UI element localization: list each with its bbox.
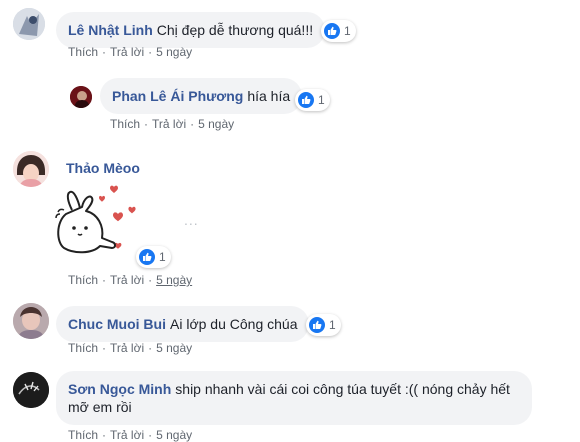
timestamp[interactable]: 5 ngày bbox=[156, 45, 192, 59]
bunny-hearts-sticker bbox=[52, 180, 142, 262]
reply-link[interactable]: Trả lời bbox=[110, 428, 144, 442]
reaction-number: 1 bbox=[318, 93, 325, 107]
comment-actions: Thích · Trả lời · 5 ngày bbox=[68, 341, 192, 355]
comment-text: Ai lớp du Công chúa bbox=[170, 316, 298, 332]
separator: · bbox=[148, 428, 153, 442]
timestamp[interactable]: 5 ngày bbox=[156, 341, 192, 355]
reaction-count[interactable]: 1 bbox=[295, 89, 330, 111]
comment-bubble: Phan Lê Ái Phương hía hía bbox=[100, 78, 303, 114]
avatar[interactable] bbox=[13, 303, 49, 339]
separator: · bbox=[144, 117, 149, 131]
comment-actions: Thích · Trả lời · 5 ngày bbox=[68, 428, 192, 442]
separator: · bbox=[148, 273, 153, 287]
like-link[interactable]: Thích bbox=[68, 273, 98, 287]
comment-actions: Thích · Trả lời · 5 ngày bbox=[68, 273, 192, 287]
reply-link[interactable]: Trả lời bbox=[110, 45, 144, 59]
separator: · bbox=[102, 273, 107, 287]
comment-text: Chị đẹp dễ thương quá!!! bbox=[156, 22, 314, 38]
separator: · bbox=[148, 45, 153, 59]
reaction-count[interactable]: 1 bbox=[306, 314, 341, 336]
reply-link[interactable]: Trả lời bbox=[110, 273, 144, 287]
comment-text: hía hía bbox=[247, 88, 291, 104]
avatar[interactable] bbox=[13, 372, 49, 408]
reaction-number: 1 bbox=[329, 318, 336, 332]
like-link[interactable]: Thích bbox=[68, 341, 98, 355]
comment-author[interactable]: Lê Nhật Linh bbox=[68, 22, 153, 38]
comment-bubble: Chuc Muoi Bui Ai lớp du Công chúa bbox=[56, 306, 310, 342]
comment-author[interactable]: Chuc Muoi Bui bbox=[68, 316, 166, 332]
reply-link[interactable]: Trả lời bbox=[110, 341, 144, 355]
like-link[interactable]: Thích bbox=[68, 45, 98, 59]
reaction-number: 1 bbox=[344, 24, 351, 38]
comment-actions: Thích · Trả lời · 5 ngày bbox=[68, 45, 192, 59]
comment-author[interactable]: Thảo Mèoo bbox=[66, 159, 140, 177]
comment-bubble: Sơn Ngọc Minh ship nhanh vài cái coi công… bbox=[56, 371, 532, 425]
like-icon bbox=[324, 23, 340, 39]
separator: · bbox=[190, 117, 195, 131]
comment-author[interactable]: Sơn Ngọc Minh bbox=[68, 381, 171, 397]
more-options-icon[interactable]: ... bbox=[184, 212, 199, 228]
separator: · bbox=[102, 341, 107, 355]
reaction-count[interactable]: 1 bbox=[136, 246, 171, 268]
like-link[interactable]: Thích bbox=[68, 428, 98, 442]
like-icon bbox=[309, 317, 325, 333]
avatar[interactable] bbox=[13, 8, 45, 40]
timestamp[interactable]: 5 ngày bbox=[198, 117, 234, 131]
separator: · bbox=[148, 341, 153, 355]
comment-author[interactable]: Phan Lê Ái Phương bbox=[112, 88, 243, 104]
avatar[interactable] bbox=[70, 86, 92, 108]
separator: · bbox=[102, 428, 107, 442]
avatar[interactable] bbox=[13, 151, 49, 187]
reaction-number: 1 bbox=[159, 250, 166, 264]
like-link[interactable]: Thích bbox=[110, 117, 140, 131]
reaction-count[interactable]: 1 bbox=[321, 20, 356, 42]
comment-bubble: Lê Nhật Linh Chị đẹp dễ thương quá!!! bbox=[56, 12, 326, 48]
timestamp[interactable]: 5 ngày bbox=[156, 273, 192, 287]
like-icon bbox=[139, 249, 155, 265]
reply-link[interactable]: Trả lời bbox=[152, 117, 186, 131]
timestamp[interactable]: 5 ngày bbox=[156, 428, 192, 442]
like-icon bbox=[298, 92, 314, 108]
comment-actions: Thích · Trả lời · 5 ngày bbox=[110, 117, 234, 131]
separator: · bbox=[102, 45, 107, 59]
